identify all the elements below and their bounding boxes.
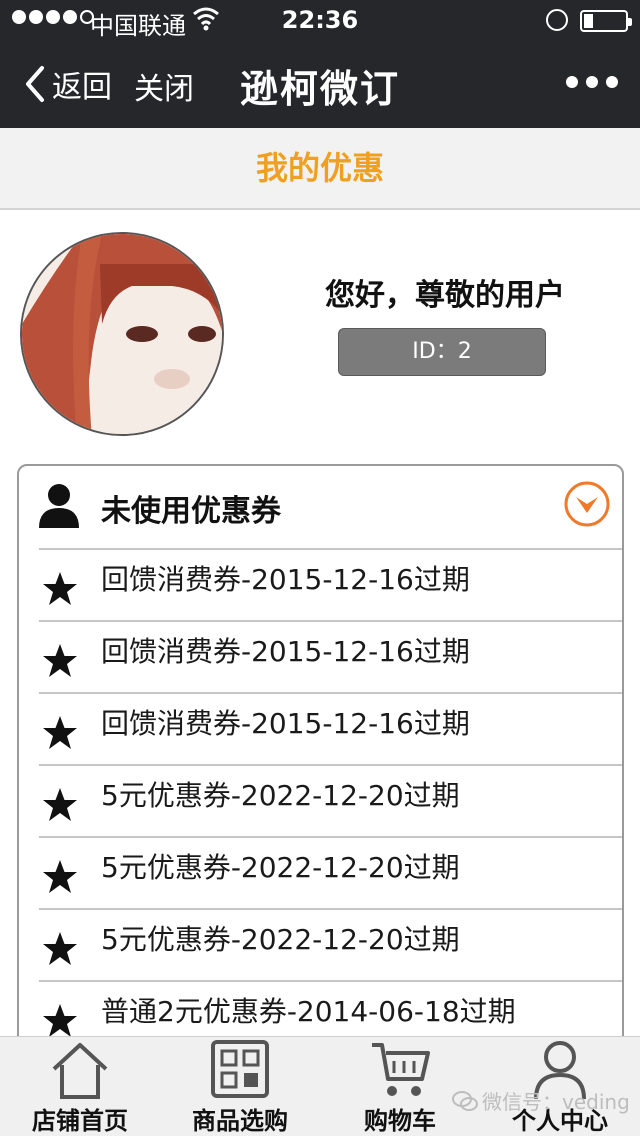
dot-icon — [566, 76, 578, 88]
cart-icon — [372, 1043, 430, 1096]
star-icon — [43, 860, 77, 893]
coupon-label: 回馈消费券-2015-12-16过期 — [101, 635, 470, 668]
tab-label: 商品选购 — [192, 1107, 288, 1135]
coupon-panel: 未使用优惠券 回馈消费券-2015-12-16过期 回馈消费券-2015-12-1… — [17, 464, 624, 1084]
wechat-icon — [452, 1090, 478, 1111]
grid-icon — [211, 1040, 269, 1098]
app-title: 逊柯微订 — [240, 67, 401, 111]
chevron-down-icon[interactable] — [563, 480, 611, 528]
more-options-button[interactable] — [566, 76, 618, 88]
page-title: 我的优惠 — [0, 128, 640, 210]
status-bar: 中国联通 22:36 — [0, 0, 640, 40]
coupon-label: 5元优惠券-2022-12-20过期 — [101, 779, 460, 812]
coupon-label: 5元优惠券-2022-12-20过期 — [101, 923, 460, 956]
star-icon — [43, 932, 77, 965]
tab-store-home[interactable]: 店铺首页 — [0, 1037, 160, 1136]
coupon-list: 回馈消费券-2015-12-16过期 回馈消费券-2015-12-16过期 回馈消费… — [39, 548, 622, 1052]
coupon-label: 回馈消费券-2015-12-16过期 — [101, 707, 470, 740]
coupon-item[interactable]: 回馈消费券-2015-12-16过期 — [39, 548, 622, 620]
watermark: 微信号：veding — [452, 1086, 630, 1115]
home-icon — [52, 1043, 108, 1099]
user-icon — [39, 484, 79, 528]
nav-bar: 返回 关闭 逊柯微订 — [0, 40, 640, 128]
star-icon — [43, 716, 77, 749]
user-id-badge: ID：2 — [338, 328, 546, 376]
back-label: 返回 — [52, 70, 112, 105]
watermark-text: 微信号：veding — [482, 1090, 630, 1114]
coupon-item[interactable]: 回馈消费券-2015-12-16过期 — [39, 620, 622, 692]
coupon-panel-header[interactable]: 未使用优惠券 — [19, 466, 622, 548]
tab-product-shopping[interactable]: 商品选购 — [160, 1037, 320, 1136]
chevron-left-icon — [26, 66, 44, 102]
dot-icon — [586, 76, 598, 88]
star-icon — [43, 788, 77, 821]
dot-icon — [606, 76, 618, 88]
coupon-item[interactable]: 回馈消费券-2015-12-16过期 — [39, 692, 622, 764]
coupon-label: 5元优惠券-2022-12-20过期 — [101, 851, 460, 884]
coupon-section-title: 未使用优惠券 — [101, 494, 281, 529]
greeting-text: 您好，尊敬的用户 — [325, 278, 565, 313]
avatar-photo — [22, 234, 222, 434]
star-icon — [43, 644, 77, 677]
star-icon — [43, 572, 77, 605]
coupon-label: 回馈消费券-2015-12-16过期 — [101, 563, 470, 596]
back-button[interactable]: 返回 — [18, 62, 112, 106]
rotation-lock-icon — [546, 9, 568, 31]
tab-label: 店铺首页 — [32, 1107, 128, 1135]
close-button[interactable]: 关闭 — [134, 64, 194, 108]
coupon-item[interactable]: 5元优惠券-2022-12-20过期 — [39, 836, 622, 908]
avatar — [20, 232, 224, 436]
coupon-item[interactable]: 5元优惠券-2022-12-20过期 — [39, 908, 622, 980]
battery-icon — [580, 10, 632, 32]
clock: 22:36 — [281, 6, 359, 34]
star-icon — [43, 1004, 77, 1037]
coupon-label: 普通2元优惠券-2014-06-18过期 — [101, 995, 516, 1028]
coupon-item[interactable]: 5元优惠券-2022-12-20过期 — [39, 764, 622, 836]
